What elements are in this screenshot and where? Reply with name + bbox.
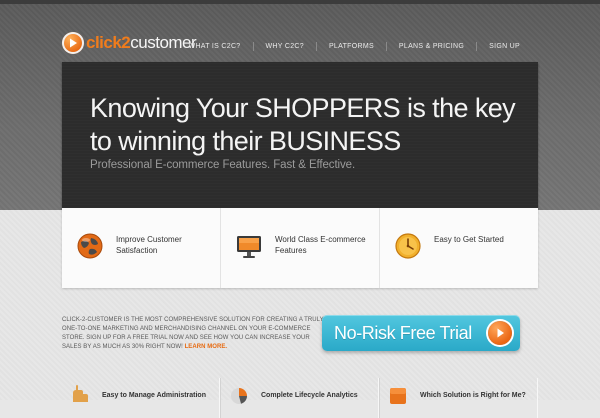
logo-text-click2: click2 [86, 33, 131, 52]
feature-text: Improve Customer Satisfaction [116, 235, 182, 255]
card-title: Which Solution is Right for Me? [420, 392, 526, 399]
monitor-icon [237, 236, 261, 258]
nav-platforms[interactable]: PLATFORMS [317, 43, 386, 50]
free-trial-button[interactable]: No-Risk Free Trial [322, 315, 520, 351]
nav-sign-up[interactable]: SIGN UP [477, 43, 532, 50]
nav-why-c2c[interactable]: WHY C2C? [254, 43, 316, 50]
globe-icon [77, 233, 103, 259]
arrow-right-icon [488, 321, 512, 345]
hero-panel: Knowing Your SHOPPERS is the key to winn… [62, 62, 538, 208]
chart-icon [231, 388, 247, 404]
hero-subtitle: Professional E-commerce Features. Fast &… [90, 159, 356, 171]
feature-customer-satisfaction: Improve Customer Satisfaction [62, 208, 221, 288]
card-right-solution[interactable]: Which Solution is Right for Me? [379, 378, 538, 418]
hero-title: Knowing Your SHOPPERS is the key to winn… [90, 92, 530, 158]
features-row: Improve Customer Satisfaction World Clas… [62, 208, 538, 288]
feature-text: World Class E-commerce Features [275, 235, 366, 255]
card-analytics[interactable]: Complete Lifecycle Analytics [220, 378, 379, 418]
feature-text: Easy to Get Started [434, 235, 504, 244]
feature-easy-start: Easy to Get Started [380, 208, 538, 288]
hand-icon [73, 385, 88, 402]
hero-title-line2: to winning their BUSINESS [90, 126, 401, 156]
nav-plans-pricing[interactable]: PLANS & PRICING [387, 43, 476, 50]
hero-title-line1: Knowing Your SHOPPERS is the key [90, 93, 516, 123]
card-easy-admin[interactable]: Easy to Manage Administration [62, 378, 220, 418]
card-title: Easy to Manage Administration [102, 392, 206, 399]
nav-what-is-c2c[interactable]: WHAT IS C2C? [177, 43, 253, 50]
play-arrow-icon [70, 38, 77, 48]
play-arrow-icon [497, 328, 504, 338]
question-icon [390, 388, 406, 404]
intro-paragraph: CLICK-2-CUSTOMER IS THE MOST COMPREHENSI… [62, 316, 324, 352]
card-title: Complete Lifecycle Analytics [261, 392, 358, 399]
feature-world-class: World Class E-commerce Features [221, 208, 380, 288]
bottom-cards: Easy to Manage Administration Complete L… [62, 378, 538, 418]
main-nav: WHAT IS C2C? WHY C2C? PLATFORMS PLANS & … [177, 42, 532, 51]
clock-icon [395, 233, 421, 259]
free-trial-label: No-Risk Free Trial [334, 322, 472, 343]
logo-arrow-icon [62, 32, 84, 54]
learn-more-link[interactable]: LEARN MORE. [185, 344, 228, 350]
top-strip [0, 0, 600, 4]
